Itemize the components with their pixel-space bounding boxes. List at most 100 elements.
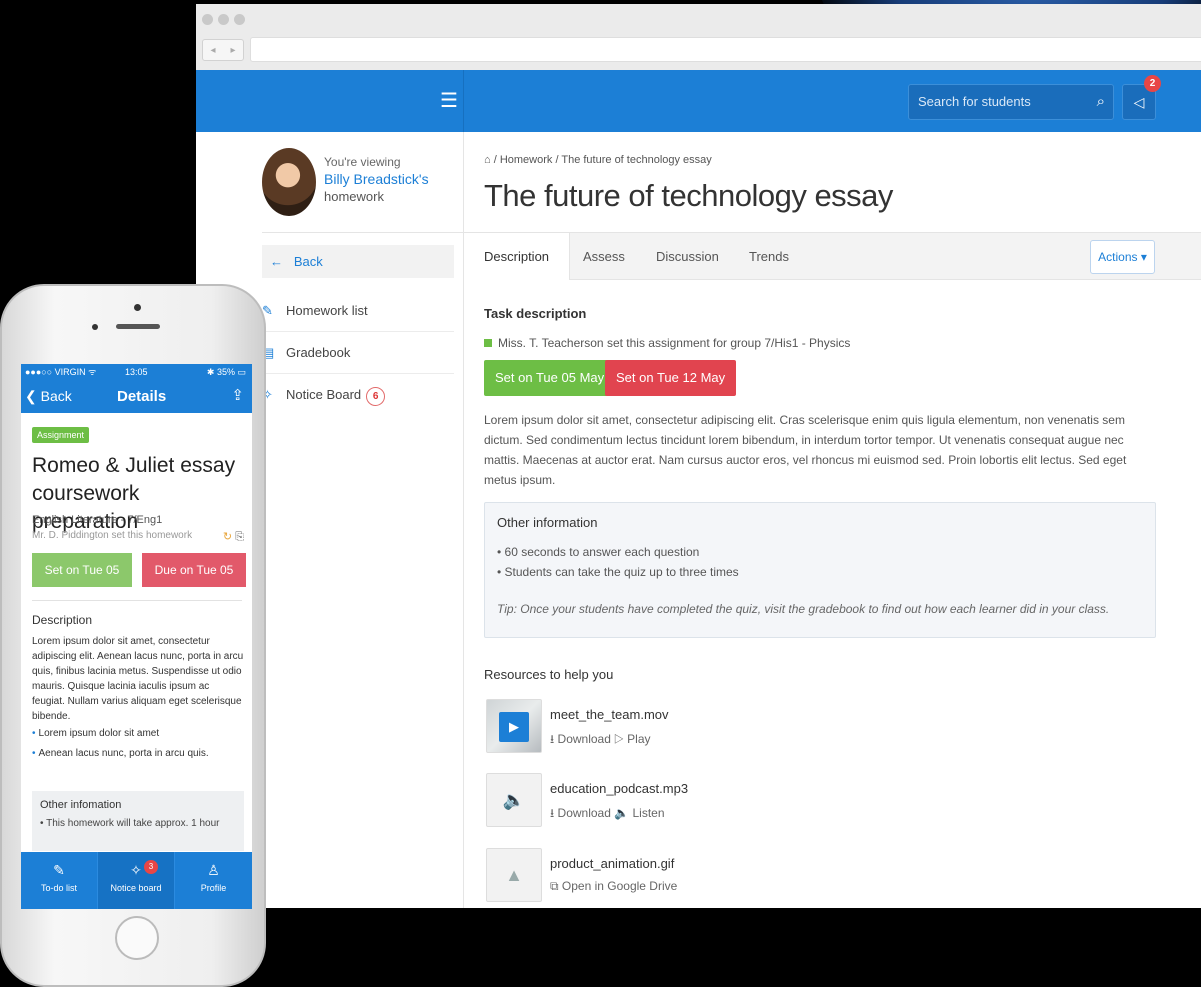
resource-name: product_animation.gif — [550, 856, 675, 871]
phone-tab-notice-board[interactable]: ✧ Notice board 3 — [98, 852, 175, 909]
tab-description[interactable]: Description — [464, 233, 571, 280]
assignment-tag: Assignment — [32, 427, 90, 443]
resource-links[interactable]: ⭳ Download 🔈 Listen — [550, 804, 665, 825]
browser-chrome: ◂ ▸ — [196, 4, 1201, 70]
other-information-panel: Other information • 60 seconds to answer… — [484, 502, 1156, 638]
sidebar-item-label: Homework list — [286, 303, 368, 318]
status-square-icon — [484, 339, 492, 347]
breadcrumb-text[interactable]: / Homework / The future of technology es… — [494, 154, 712, 166]
tab-discussion[interactable]: Discussion — [656, 233, 719, 280]
sidebar-item-label: Notice Board — [286, 387, 362, 402]
google-drive-icon[interactable]: ▲ — [486, 848, 542, 902]
phone-status-bar: ●●●○○ VIRGIN ᯤ 13:05 ✱ 35% ▭ — [21, 364, 252, 380]
phone-nav-bar: ❮ Back Details ⇪ — [21, 380, 252, 413]
window-close-dot[interactable] — [202, 14, 213, 25]
header-left: ☰ — [196, 70, 464, 132]
other-info-heading: Other information — [497, 515, 598, 530]
phone-divider — [32, 600, 242, 601]
pin-icon: ✧ — [130, 862, 142, 878]
student-name-link[interactable]: Billy Breadstick's — [324, 171, 429, 188]
phone-back-button[interactable]: ❮ Back — [25, 388, 72, 405]
tab-bar: Description Assess Discussion Trends Act… — [464, 232, 1201, 280]
resource-links[interactable]: ⧉ Open in Google Drive — [550, 879, 677, 894]
window-maximize-dot[interactable] — [234, 14, 245, 25]
other-info-tip: Tip: Once your students have completed t… — [497, 602, 1110, 616]
task-description-text: Lorem ipsum dolor sit amet, consectetur … — [484, 413, 1127, 487]
task-heading: Task description — [484, 306, 587, 321]
phone-tab-todo[interactable]: ✎ To-do list — [21, 852, 98, 909]
notification-badge: 2 — [1144, 75, 1161, 92]
notice-board-badge: 6 — [366, 387, 386, 406]
bullet-icon: • — [32, 748, 36, 759]
phone-subject: English Literature - 7/Eng1 — [32, 514, 163, 526]
announcements-button[interactable]: ◁ 2 — [1122, 75, 1161, 120]
set-date-badge: Set on Tue 05 May — [484, 360, 616, 396]
refresh-icon[interactable]: ↻ — [223, 531, 232, 543]
phone-nav-title: Details — [117, 388, 167, 405]
attachment-icon[interactable]: ⎘ — [235, 531, 244, 543]
battery-icon: ▭ — [237, 367, 246, 377]
sidebar-item-gradebook[interactable]: ▤ Gradebook — [262, 332, 454, 374]
phone-other-heading: Other infomation — [40, 799, 122, 811]
app-header: ☰ Search for students ⌕ ◁ 2 — [196, 70, 1201, 132]
forward-arrow-icon[interactable]: ▸ — [230, 45, 235, 56]
tab-label: Profile — [200, 883, 227, 893]
search-input[interactable]: Search for students ⌕ — [908, 84, 1114, 120]
url-bar[interactable] — [250, 37, 1201, 62]
phone-camera — [134, 304, 141, 311]
phone-set-by: Mr. D. Piddington set this homework — [32, 530, 193, 541]
phone-other-text: • This homework will take approx. 1 hour — [40, 818, 220, 829]
search-placeholder: Search for students — [918, 94, 1031, 109]
resource-links[interactable]: ⭳ Download ▷ Play — [550, 730, 651, 751]
video-icon[interactable]: ▶ — [499, 712, 529, 742]
todo-icon: ✎ — [53, 862, 65, 878]
nav-buttons[interactable]: ◂ ▸ — [202, 39, 244, 61]
search-icon[interactable]: ⌕ — [1097, 85, 1105, 119]
tab-assess[interactable]: Assess — [583, 233, 625, 280]
other-info-item: • 60 seconds to answer each question — [497, 545, 700, 559]
viewing-info: You're viewing Billy Breadstick's homewo… — [324, 154, 429, 205]
phone-set-date-badge: Set on Tue 05 May — [32, 553, 132, 611]
back-label: Back — [293, 254, 323, 269]
sidebar-item-homework-list[interactable]: ✎ Homework list — [262, 290, 454, 332]
window-minimize-dot[interactable] — [218, 14, 229, 25]
back-button[interactable]: ← Back — [262, 245, 454, 278]
resource-name: meet_the_team.mov — [550, 707, 669, 722]
back-arrow-icon[interactable]: ◂ — [210, 45, 215, 56]
phone-due-date-badge: Due on Tue 05 May — [142, 553, 246, 611]
assignment-set-by: Miss. T. Teacherson set this assignment … — [484, 336, 850, 350]
phone-other-info: Other infomation • This homework will ta… — [32, 791, 244, 851]
viewing-prefix: You're viewing — [324, 155, 401, 169]
phone-status-icons: ↻ ⎘ — [223, 530, 244, 544]
resource-name: education_podcast.mp3 — [550, 781, 689, 796]
actions-dropdown[interactable]: Actions ▾ — [1090, 240, 1155, 274]
megaphone-icon: ◁ — [1133, 94, 1145, 110]
browser-window: ◂ ▸ ☰ Search for students ⌕ ◁ 2 You're vi… — [196, 4, 1201, 908]
share-icon[interactable]: ⇪ — [231, 386, 244, 404]
bullet-icon: • — [32, 728, 36, 739]
audio-icon[interactable]: 🔈 — [486, 773, 542, 827]
arrow-left-icon: ← — [270, 254, 283, 269]
phone-tab-profile[interactable]: ♙ Profile — [175, 852, 252, 909]
other-info-item: • Students can take the quiz up to three… — [497, 565, 739, 579]
video-thumbnail[interactable]: ▶ — [486, 699, 542, 753]
bullet-text: Aenean lacus nunc, porta in arcu quis. — [38, 748, 209, 759]
phone-description-text: Lorem ipsum dolor sit amet, consectetur … — [32, 636, 244, 722]
due-date-badge: Set on Tue 12 May — [605, 360, 737, 396]
sidebar-item-notice-board[interactable]: ✧ Notice Board 6 — [262, 374, 454, 416]
hamburger-menu-icon[interactable]: ☰ — [440, 91, 458, 111]
tab-trends[interactable]: Trends — [749, 233, 789, 280]
phone-speaker — [116, 324, 160, 329]
status-time: 13:05 — [125, 367, 148, 377]
stage: ◂ ▸ ☰ Search for students ⌕ ◁ 2 You're vi… — [0, 0, 1201, 987]
battery-status: ✱ 35% ▭ — [207, 364, 246, 380]
phone-bullet-item: • Lorem ipsum dolor sit amet — [32, 728, 159, 739]
battery-text: ✱ 35% — [206, 367, 235, 377]
resources-heading: Resources to help you — [484, 667, 614, 682]
phone-home-button[interactable] — [115, 916, 159, 960]
resource-item: 🔈 education_podcast.mp3 ⭳ Download 🔈 Lis… — [486, 773, 886, 827]
home-icon[interactable]: ⌂ — [484, 154, 491, 166]
phone-screen: ●●●○○ VIRGIN ᯤ 13:05 ✱ 35% ▭ ❮ Back Deta… — [21, 364, 252, 909]
sidebar-item-label: Gradebook — [286, 345, 351, 360]
phone-tab-bar: ✎ To-do list ✧ Notice board 3 ♙ Profile — [21, 852, 252, 909]
